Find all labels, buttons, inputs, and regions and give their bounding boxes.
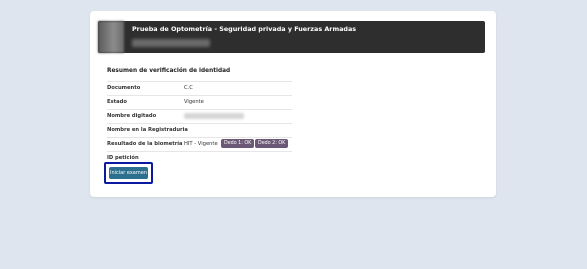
table-row: Documento C.C <box>107 81 292 95</box>
exam-header: Prueba de Optometría - Seguridad privada… <box>98 21 485 53</box>
finger-2-badge: Dedo 2: OK <box>255 139 289 148</box>
table-row: Nombre digitado <box>107 109 292 123</box>
avatar <box>98 21 124 53</box>
redacted-subtitle <box>132 39 210 47</box>
redacted-name-value <box>184 113 244 119</box>
table-row: Nombre en la Registraduria <box>107 123 292 137</box>
row-value-documento: C.C <box>184 85 193 91</box>
row-label-id-peticion: ID petición <box>107 155 139 161</box>
row-label-nombre-digitado: Nombre digitado <box>107 113 157 119</box>
start-exam-button[interactable]: Iniciar examen <box>109 167 148 179</box>
row-value-estado: Vigente <box>184 99 204 105</box>
row-label-biometria: Resultado de la biometría <box>107 141 183 147</box>
row-label-nombre-registraduria: Nombre en la Registraduria <box>107 127 188 133</box>
row-label-estado: Estado <box>107 99 127 105</box>
start-button-focus-ring: Iniciar examen <box>104 162 153 184</box>
table-row: Resultado de la biometría HIT - Vigente … <box>107 137 292 151</box>
summary-title: Resumen de verificación de identidad <box>107 68 231 74</box>
summary-table: Documento C.C Estado Vigente Nombre digi… <box>107 81 292 165</box>
main-card: Prueba de Optometría - Seguridad privada… <box>90 11 496 197</box>
row-value-biometria: HIT - Vigente <box>184 141 218 147</box>
row-label-documento: Documento <box>107 85 141 91</box>
page-title: Prueba de Optometría - Seguridad privada… <box>132 25 357 33</box>
table-row: Estado Vigente <box>107 95 292 109</box>
finger-1-badge: Dedo 1: OK <box>221 139 255 148</box>
